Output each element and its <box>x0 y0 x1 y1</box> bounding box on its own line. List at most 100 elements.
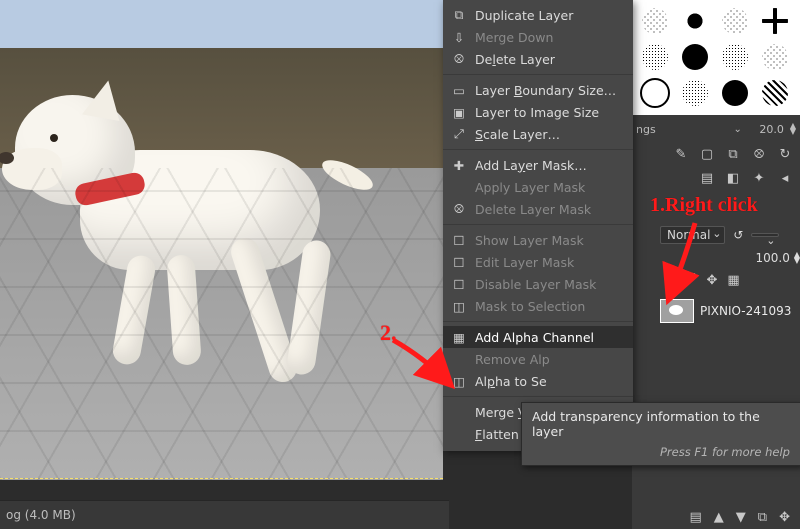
brush-thumb[interactable] <box>716 4 754 38</box>
menu-icon[interactable]: ◂ <box>778 172 792 186</box>
menu-item-label: Add Alpha Channel <box>475 330 594 345</box>
photo <box>0 0 443 480</box>
refresh-icon[interactable]: ↻ <box>778 148 792 162</box>
lock-alpha-icon[interactable]: ▦ <box>727 274 739 288</box>
duplicate-layer-icon[interactable]: ⧉ <box>758 511 767 525</box>
menu-item-label: Delete Layer <box>475 52 555 67</box>
menu-scale-layer[interactable]: ⤢ Scale Layer… <box>443 123 633 145</box>
delete-icon: ⮾ <box>451 51 467 67</box>
selection-border <box>0 478 443 480</box>
menu-item-label: Duplicate Layer <box>475 8 573 23</box>
layer-mode-select[interactable]: Normal <box>660 226 725 244</box>
duplicate-icon[interactable]: ⧉ <box>726 148 740 162</box>
brush-size-spinner[interactable]: ▲▼ <box>790 123 796 135</box>
menu-mask-to-selection: ◫ Mask to Selection <box>443 295 633 317</box>
menu-separator <box>443 224 633 225</box>
menu-separator <box>443 74 633 75</box>
checkbox-icon: ☐ <box>451 276 467 292</box>
tooltip: Add transparency information to the laye… <box>521 402 800 466</box>
blank-icon <box>451 404 467 420</box>
opacity-spinner[interactable]: ▲▼ <box>794 252 800 264</box>
status-bar: og (4.0 MB) <box>0 500 449 529</box>
menu-layer-to-image-size[interactable]: ▣ Layer to Image Size <box>443 101 633 123</box>
chevron-down-icon[interactable]: ⌄ <box>733 124 741 135</box>
layers-tab-icon[interactable]: ▤ <box>700 172 714 186</box>
layer-context-menu: ⧉ Duplicate Layer ⇩ Merge Down ⮾ Delete … <box>443 0 633 451</box>
checkbox-icon: ☐ <box>451 232 467 248</box>
brush-thumb[interactable] <box>716 76 754 110</box>
menu-merge-down: ⇩ Merge Down <box>443 26 633 48</box>
resize-icon: ▭ <box>451 82 467 98</box>
annotation-1: 1.Right click <box>650 194 758 217</box>
layer-mode-aux-select[interactable] <box>751 233 779 237</box>
layer-row[interactable]: PIXNIO-241093 <box>660 296 800 326</box>
alpha-icon: ▦ <box>451 329 467 345</box>
layer-lock-row: 🖌 ✥ ▦ <box>680 272 800 290</box>
tooltip-hint: Press F1 for more help <box>532 445 790 459</box>
brush-thumb[interactable] <box>716 40 754 74</box>
menu-item-label: Apply Layer Mask <box>475 180 585 195</box>
lock-pixels-icon[interactable]: 🖌 <box>680 274 697 288</box>
dog-illustration <box>20 70 360 370</box>
paths-tab-icon[interactable]: ✦ <box>752 172 766 186</box>
delete-icon: ⮾ <box>451 201 467 217</box>
layer-toolbar: ▤ ▲ ▼ ⧉ ✥ <box>630 507 800 529</box>
menu-item-label: Disable Layer Mask <box>475 277 596 292</box>
blank-icon <box>451 179 467 195</box>
edit-icon[interactable]: ✎ <box>674 148 688 162</box>
selection-icon: ◫ <box>451 298 467 314</box>
opacity-value[interactable]: 100.0 <box>755 251 789 265</box>
lower-layer-icon[interactable]: ▼ <box>736 511 746 525</box>
raise-layer-icon[interactable]: ▲ <box>714 511 724 525</box>
new-layer-icon[interactable]: ▤ <box>690 511 702 525</box>
brushes-footer-label: ngs <box>636 123 727 136</box>
opacity-row: 100.0 ▲▼ <box>715 248 800 268</box>
scale-icon: ⤢ <box>451 126 467 142</box>
menu-edit-layer-mask: ☐ Edit Layer Mask <box>443 251 633 273</box>
menu-add-layer-mask[interactable]: ✚ Add Layer Mask… <box>443 154 633 176</box>
brush-thumb[interactable] <box>636 4 674 38</box>
layer-name-label[interactable]: PIXNIO-241093 <box>700 304 791 318</box>
layer-mode-label: Normal <box>667 228 710 242</box>
brush-thumb[interactable] <box>756 4 794 38</box>
switch-mode-icon[interactable]: ↺ <box>729 226 747 244</box>
layer-thumbnail[interactable] <box>660 299 694 323</box>
brush-thumb[interactable] <box>676 4 714 38</box>
menu-item-label: Alpha to Se <box>475 374 547 389</box>
menu-alpha-to-selection[interactable]: ◫ Alpha to Se <box>443 370 633 392</box>
menu-item-label: Edit Layer Mask <box>475 255 574 270</box>
delete-icon[interactable]: ⮾ <box>752 148 766 162</box>
lock-position-icon[interactable]: ✥ <box>707 274 718 288</box>
menu-separator <box>443 149 633 150</box>
menu-apply-layer-mask: Apply Layer Mask <box>443 176 633 198</box>
brush-thumb[interactable] <box>636 40 674 74</box>
brush-thumb[interactable] <box>676 40 714 74</box>
menu-add-alpha-channel[interactable]: ▦ Add Alpha Channel <box>443 326 633 348</box>
menu-remove-alpha-channel: Remove Alp <box>443 348 633 370</box>
menu-duplicate-layer[interactable]: ⧉ Duplicate Layer <box>443 4 633 26</box>
menu-disable-layer-mask: ☐ Disable Layer Mask <box>443 273 633 295</box>
menu-item-label: Layer Boundary Size… <box>475 83 616 98</box>
checkbox-icon: ☐ <box>451 254 467 270</box>
menu-item-label: Mask to Selection <box>475 299 585 314</box>
menu-item-label: Show Layer Mask <box>475 233 584 248</box>
menu-item-label: Merge Down <box>475 30 553 45</box>
fit-icon: ▣ <box>451 104 467 120</box>
tooltip-text: Add transparency information to the laye… <box>532 409 790 439</box>
channels-tab-icon[interactable]: ◧ <box>726 172 740 186</box>
brush-thumb[interactable] <box>756 40 794 74</box>
brush-thumb[interactable] <box>676 76 714 110</box>
menu-separator <box>443 321 633 322</box>
menu-item-label: Remove Alp <box>475 352 550 367</box>
brush-thumb[interactable] <box>636 76 674 110</box>
menu-delete-layer[interactable]: ⮾ Delete Layer <box>443 48 633 70</box>
anchor-layer-icon[interactable]: ✥ <box>779 511 790 525</box>
canvas-area[interactable] <box>0 0 443 480</box>
menu-layer-boundary-size[interactable]: ▭ Layer Boundary Size… <box>443 79 633 101</box>
merge-down-icon: ⇩ <box>451 29 467 45</box>
brush-thumb[interactable] <box>756 76 794 110</box>
memory-label: og (4.0 MB) <box>6 508 76 522</box>
new-icon[interactable]: ▢ <box>700 148 714 162</box>
brush-size-value[interactable]: 20.0 <box>748 123 784 136</box>
blank-icon <box>451 426 467 442</box>
